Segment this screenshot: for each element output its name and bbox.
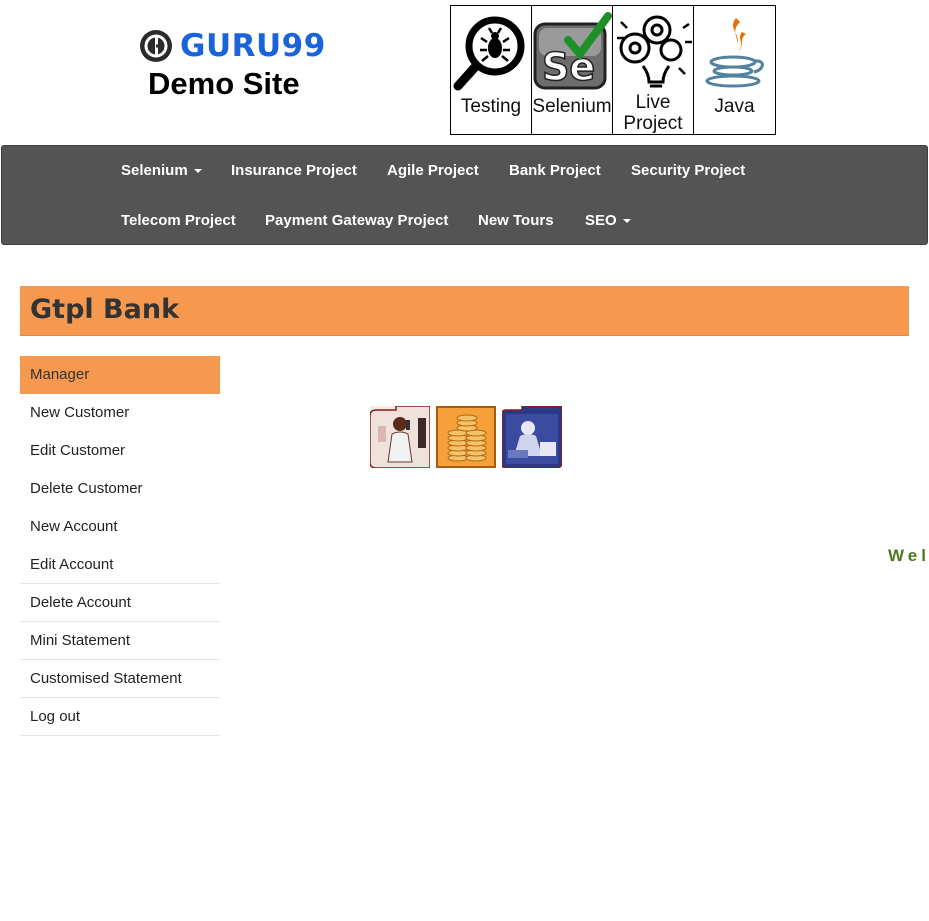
- site-subtitle: Demo Site: [148, 66, 300, 101]
- caret-down-icon: [622, 219, 631, 224]
- nav-bank-project[interactable]: Bank Project: [509, 162, 601, 179]
- tile-label: Selenium: [532, 96, 612, 117]
- tile-testing[interactable]: Testing: [451, 6, 532, 134]
- nav-new-tours[interactable]: New Tours: [478, 212, 554, 229]
- nav-seo-dropdown[interactable]: SEO: [585, 212, 631, 229]
- menu-item-new-customer[interactable]: New Customer: [20, 394, 220, 432]
- bug-magnifier-icon: [451, 6, 532, 96]
- nav-payment-gateway-project[interactable]: Payment Gateway Project: [265, 212, 448, 229]
- tile-label: Testing: [460, 96, 522, 117]
- banner-office-worker-image: [501, 405, 563, 469]
- site-logo[interactable]: GURU99: [140, 28, 330, 64]
- page-title: Gtpl Bank: [30, 294, 180, 325]
- tile-label: Live Project: [623, 92, 683, 134]
- welcome-marquee: Wel: [888, 546, 929, 565]
- logo-text: GURU99: [180, 28, 326, 64]
- side-menu: Manager New Customer Edit Customer Delet…: [20, 356, 220, 736]
- main-navbar: Selenium Insurance Project Agile Project…: [1, 145, 928, 245]
- menu-item-log-out[interactable]: Log out: [20, 698, 220, 736]
- nav-insurance-project[interactable]: Insurance Project: [231, 162, 357, 179]
- menu-item-delete-customer[interactable]: Delete Customer: [20, 470, 220, 508]
- nav-telecom-project[interactable]: Telecom Project: [121, 212, 236, 229]
- banner-images: [369, 405, 563, 469]
- svg-text:Se: Se: [542, 45, 595, 89]
- lightbulb-gears-icon: [613, 6, 694, 92]
- nav-security-project[interactable]: Security Project: [631, 162, 745, 179]
- tile-java[interactable]: Java: [694, 6, 775, 134]
- menu-item-customised-statement[interactable]: Customised Statement: [20, 660, 220, 698]
- nav-selenium-dropdown[interactable]: Selenium: [121, 162, 202, 179]
- tile-label: Java: [714, 96, 755, 117]
- banner-phone-man-image: [369, 405, 431, 469]
- nav-label: SEO: [585, 212, 617, 229]
- menu-item-manager[interactable]: Manager: [20, 356, 220, 394]
- nav-label: Selenium: [121, 162, 188, 179]
- guru99-logo-icon: [140, 30, 172, 62]
- tile-selenium[interactable]: Se Selenium: [532, 6, 613, 134]
- selenium-icon: Se: [532, 6, 613, 96]
- menu-item-new-account[interactable]: New Account: [20, 508, 220, 546]
- java-icon: [694, 6, 775, 96]
- menu-item-edit-customer[interactable]: Edit Customer: [20, 432, 220, 470]
- bank-title-bar: Gtpl Bank: [20, 286, 909, 336]
- banner-coins-image: [436, 406, 496, 468]
- category-tiles: Testing Se Selenium Live Project Java: [450, 5, 776, 135]
- menu-item-delete-account[interactable]: Delete Account: [20, 584, 220, 622]
- nav-agile-project[interactable]: Agile Project: [387, 162, 479, 179]
- menu-item-mini-statement[interactable]: Mini Statement: [20, 622, 220, 660]
- menu-item-edit-account[interactable]: Edit Account: [20, 546, 220, 584]
- caret-down-icon: [193, 169, 202, 174]
- tile-live-project[interactable]: Live Project: [613, 6, 694, 134]
